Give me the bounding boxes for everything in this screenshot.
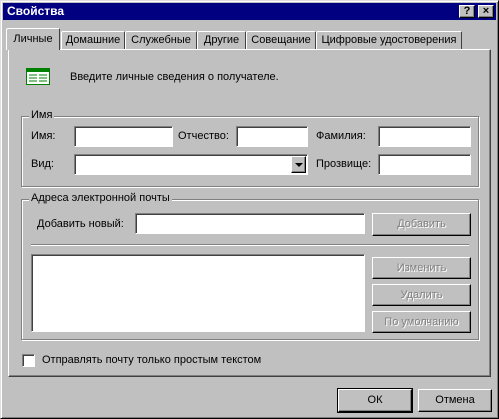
email-separator <box>31 244 469 246</box>
tab-home[interactable]: Домашние <box>61 31 125 49</box>
add-button[interactable]: Добавить <box>372 213 471 236</box>
tab-other[interactable]: Другие <box>197 31 246 49</box>
chevron-down-icon[interactable] <box>291 156 306 173</box>
middle-name-input[interactable] <box>236 126 308 147</box>
intro-text: Введите личные сведения о получателе. <box>70 71 279 83</box>
tab-netmeeting[interactable]: Совещание <box>246 31 316 49</box>
title-bar[interactable]: Свойства ? × <box>3 3 496 20</box>
ok-button[interactable]: ОК <box>337 388 413 413</box>
set-default-button[interactable]: По умолчанию <box>372 311 471 333</box>
properties-dialog: Свойства ? × Личные Домашние Служебные Д… <box>0 0 499 419</box>
window-title: Свойства <box>7 4 65 18</box>
first-name-label: Имя: <box>31 130 56 142</box>
close-button[interactable]: × <box>478 5 494 18</box>
plain-text-checkbox[interactable] <box>22 354 35 367</box>
last-name-label: Фамилия: <box>316 130 366 142</box>
delete-button[interactable]: Удалить <box>372 284 471 306</box>
tab-business[interactable]: Служебные <box>125 31 197 49</box>
display-label: Вид: <box>31 158 54 170</box>
add-new-label: Добавить новый: <box>37 218 124 230</box>
last-name-input[interactable] <box>378 126 471 147</box>
first-name-input[interactable] <box>74 126 173 147</box>
cancel-button[interactable]: Отмена <box>418 389 492 412</box>
plain-text-label[interactable]: Отправлять почту только простым текстом <box>42 354 261 366</box>
tab-digital-ids[interactable]: Цифровые удостоверения <box>316 31 462 49</box>
email-address-list[interactable] <box>31 254 365 332</box>
nickname-input[interactable] <box>378 154 471 175</box>
add-new-email-input[interactable] <box>135 213 365 234</box>
help-button[interactable]: ? <box>459 5 475 18</box>
middle-name-label: Отчество: <box>178 130 229 142</box>
contact-card-icon <box>26 68 50 85</box>
name-group-title: Имя <box>29 109 55 121</box>
nickname-label: Прозвище: <box>316 158 372 170</box>
display-dropdown[interactable] <box>74 154 308 175</box>
tab-personal[interactable]: Личные <box>6 28 60 50</box>
edit-button[interactable]: Изменить <box>372 257 471 279</box>
email-group-title: Адреса электронной почты <box>29 192 172 204</box>
